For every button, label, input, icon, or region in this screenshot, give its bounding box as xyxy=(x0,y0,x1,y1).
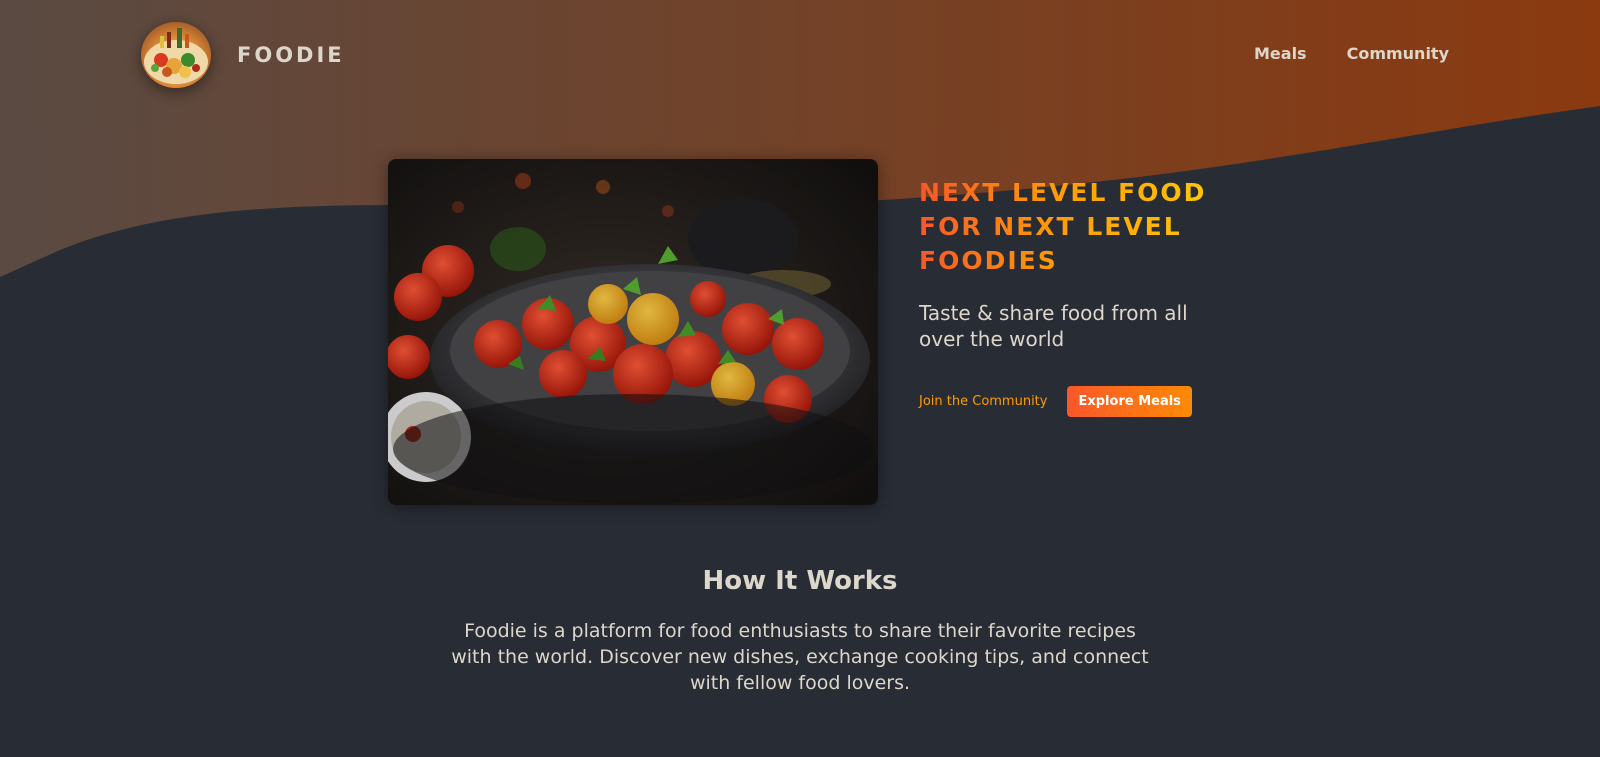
nav-community-link[interactable]: Community xyxy=(1347,44,1449,63)
nav-meals-link[interactable]: Meals xyxy=(1254,44,1307,63)
brand-name: FOODIE xyxy=(237,43,345,67)
how-it-works-description: Foodie is a platform for food enthusiast… xyxy=(451,620,1149,694)
tomato-salad-photo xyxy=(388,159,878,505)
site-header: FOODIE Meals Community xyxy=(0,0,1600,112)
page: FOODIE Meals Community NEXT LEVEL FOOD F… xyxy=(0,0,1600,757)
hero-title: NEXT LEVEL FOOD FOR NEXT LEVEL FOODIES xyxy=(919,176,1219,278)
home-link[interactable]: FOODIE xyxy=(141,22,345,88)
join-community-link[interactable]: Join the Community xyxy=(919,394,1047,409)
hero-text: NEXT LEVEL FOOD FOR NEXT LEVEL FOODIES T… xyxy=(919,176,1219,417)
main-nav: Meals Community xyxy=(1254,44,1449,63)
food-platter-logo-icon xyxy=(141,22,211,88)
how-it-works-heading: How It Works xyxy=(702,566,898,596)
how-it-works-section: How It Works Foodie is a platform for fo… xyxy=(0,566,1600,696)
hero-cta-row: Join the Community Explore Meals xyxy=(919,386,1219,417)
explore-meals-button[interactable]: Explore Meals xyxy=(1067,386,1192,417)
hero-subtitle: Taste & share food from all over the wor… xyxy=(919,301,1188,351)
